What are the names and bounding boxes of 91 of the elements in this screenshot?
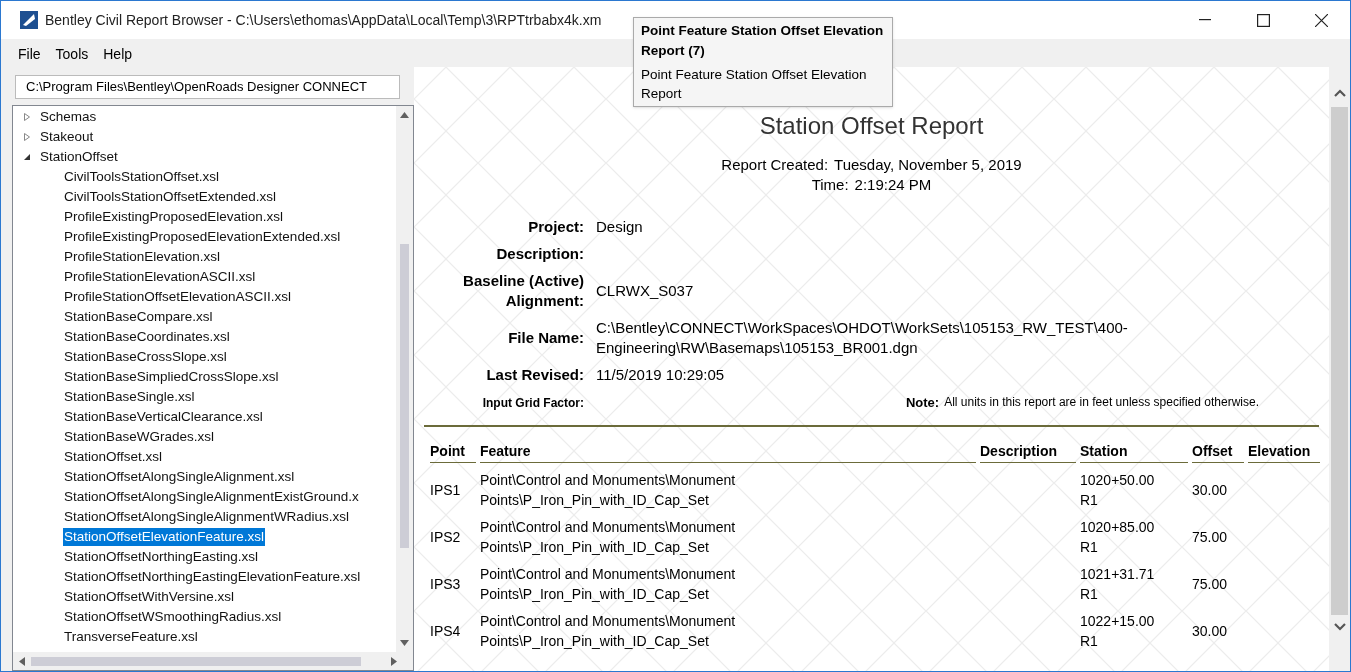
table-cell-text: Point\Control and Monuments\Monument Points\P_Iron_Pin_with_ID_Cap_Set [480,517,737,557]
collapsed-triangle-icon[interactable] [23,113,31,121]
menu-item[interactable]: File [18,43,41,65]
column-header: Elevation [1248,440,1320,463]
tree-item[interactable]: StationOffsetAlongSingleAlignmentWRadius.xsl [63,508,350,526]
tree-item[interactable]: StationOffsetWithVersine.xsl [63,588,236,606]
tree-item[interactable]: ProfileStationOffsetElevationASCII.xsl [63,288,293,306]
table-cell-text: 1020+50.00 R1 [1080,470,1156,510]
tree-item[interactable]: StationOffsetAlongSingleAlignment.xsl [63,468,296,486]
table-cell-text: IPS2 [430,527,462,547]
tree-item[interactable]: StationOffset [39,148,119,166]
tree-item[interactable]: CivilToolsStationOffsetExtended.xsl [63,188,278,206]
vertical-scrollbar[interactable] [396,106,413,652]
field-value: Tuesday, November 5, 2019 [834,155,1022,175]
report-title: Station Offset Report [758,111,985,141]
table-cell-text: 30.00 [1192,480,1229,500]
tree-item[interactable]: StationBaseSingle.xsl [63,388,196,406]
tree-item[interactable]: StationBaseVerticalClearance.xsl [63,408,264,426]
table-cell-text: Point\Control and Monuments\Monument Points\P_Iron_Pin_with_ID_Cap_Set [480,564,737,604]
table-cell-text: Point\Control and Monuments\Monument Points\P_Iron_Pin_with_ID_Cap_Set [480,611,737,651]
note-text: All units in this report are in feet unless specified otherwise. [944,394,1259,411]
field-label: Last Revised: [485,365,584,385]
tree-item[interactable]: StationOffsetNorthingEastingElevationFeature.xsl [63,568,362,586]
field-value: C:\Bentley\CONNECT\WorkSpaces\OHDOT\WorkSets\105153_RW_TEST\400-Engineering\RW\Basemaps\105153_BR001.dgn [596,318,1129,358]
tree-item[interactable]: StationOffsetWSmoothingRadius.xsl [63,608,283,626]
table-cell-text: Point\Control and Monuments\Monument Points\P_Iron_Pin_with_ID_Cap_Set [480,470,737,510]
tree-item[interactable]: ProfileStationElevationASCII.xsl [63,268,257,286]
scrollbar-thumb[interactable] [31,656,361,666]
table-cell-text: 30.00 [1192,621,1229,641]
tree-item[interactable]: Stakeout [39,128,95,146]
tooltip-text: Point Feature Station Offset Elevation Report [641,66,868,103]
table-cell-text: IPS3 [430,574,462,594]
app-logo-icon [19,10,39,30]
tree-item[interactable]: StationOffsetAlongSingleAlignmentExistGround.x [63,488,360,506]
scroll-left-icon[interactable] [19,656,25,666]
minimize-icon [1199,19,1211,21]
maximize-icon [1256,13,1270,27]
tree-item[interactable]: StationOffset.xsl [63,448,164,466]
close-icon [1314,13,1328,27]
table-cell-text: 75.00 [1192,527,1229,547]
collapsed-triangle-icon[interactable] [23,133,31,141]
scroll-right-icon[interactable] [391,656,397,666]
menu-item[interactable]: Help [103,43,133,65]
scroll-down-icon[interactable] [1333,623,1346,631]
path-field[interactable]: C:\Program Files\Bentley\OpenRoads Designer CONNECT [15,75,400,99]
tree-item[interactable]: Schemas [39,108,98,126]
field-label: Description: [495,244,584,264]
table-cell-text: IPS1 [430,480,462,500]
tree-item[interactable]: CivilToolsStationOffset.xsl [63,168,221,186]
tree-item[interactable]: StationOffsetElevationFeature.xsl [63,528,266,546]
field-value: Design [596,217,644,237]
scrollbar-thumb[interactable] [400,244,409,548]
field-value: 2:19:24 PM [854,175,932,195]
field-label: Project: [527,217,584,237]
field-label: File Name: [507,328,584,348]
field-value: 11/5/2019 10:29:05 [596,365,726,385]
tree-item[interactable]: StationBaseSimpliedCrossSlope.xsl [63,368,280,386]
expanded-triangle-icon[interactable] [23,153,31,161]
window-title: Bentley Civil Report Browser - C:\Users\ethomas\AppData\Local\Temp\3\RPTtrbabx4k.xm [45,10,602,30]
tooltip-title: Point Feature Station Offset Elevation Report (7) [641,22,885,60]
scrollbar-thumb[interactable] [1331,107,1348,615]
tree-item[interactable]: StationBaseWGrades.xsl [63,428,216,446]
table-cell-text: 1020+85.00 R1 [1080,517,1156,557]
table-cell-text: IPS4 [430,621,462,641]
note-label: Note: [905,394,940,412]
tree-item[interactable]: StationBaseCoordinates.xsl [63,328,231,346]
table-cell-text: 75.00 [1192,574,1229,594]
scroll-up-icon[interactable] [400,112,409,118]
scroll-up-icon[interactable] [1333,89,1346,97]
field-label: Baseline (Active) Alignment: [462,271,584,311]
field-label: Report Created: [721,155,829,175]
tree-item[interactable]: ProfileExistingProposedElevationExtended.xsl [63,228,342,246]
table-cell-text: 1021+31.71 R1 [1080,564,1156,604]
tree-item[interactable]: StationBaseCompare.xsl [63,308,214,326]
column-header: Description [980,440,1076,463]
scroll-down-icon[interactable] [400,640,409,646]
table-cell-text: 1022+15.00 R1 [1080,611,1156,651]
tree-item[interactable]: ProfileStationElevation.xsl [63,248,222,266]
tree-item[interactable]: StationBaseCrossSlope.xsl [63,348,228,366]
field-label: Input Grid Factor: [481,394,584,412]
field-label: Time: [811,175,849,195]
column-header: Feature [480,440,976,463]
horizontal-scrollbar[interactable] [13,652,413,670]
tree-item[interactable]: StationOffsetNorthingEasting.xsl [63,548,260,566]
column-header: Point [430,440,476,463]
tree-item[interactable]: TransverseFeature.xsl [63,628,199,646]
menu-item[interactable]: Tools [55,43,89,65]
tree-item[interactable]: ProfileExistingProposedElevation.xsl [63,208,285,226]
column-header: Station [1080,440,1188,463]
field-value: CLRWX_S037 [596,281,695,301]
column-header: Offset [1192,440,1244,463]
